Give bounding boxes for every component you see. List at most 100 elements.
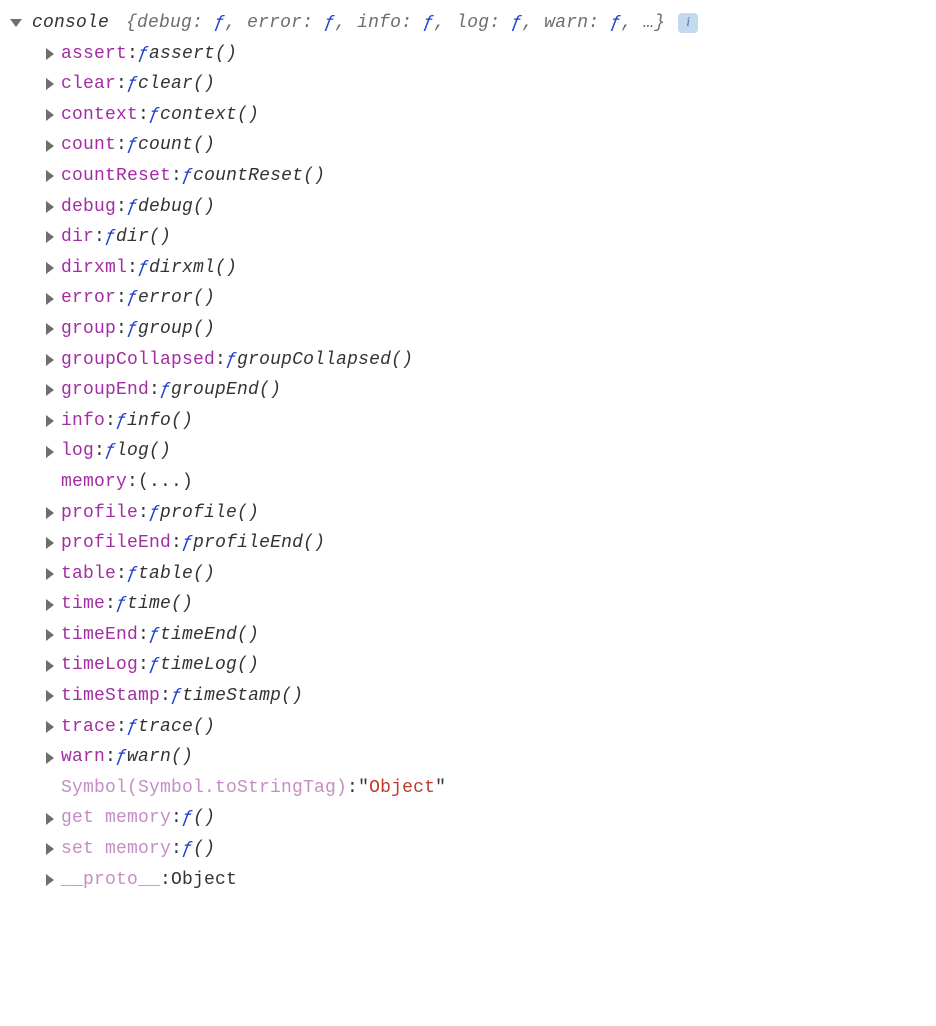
function-glyph: ƒ bbox=[149, 650, 160, 681]
function-name: error() bbox=[138, 283, 215, 314]
property-name: timeEnd bbox=[61, 620, 138, 651]
expand-icon[interactable] bbox=[46, 78, 54, 90]
property-name: timeStamp bbox=[61, 681, 160, 712]
expand-icon[interactable] bbox=[46, 507, 54, 519]
property-name: group bbox=[61, 314, 116, 345]
expand-icon[interactable] bbox=[46, 262, 54, 274]
property-row[interactable]: info: ƒ info() bbox=[10, 406, 926, 437]
property-row[interactable]: memory: (...) bbox=[10, 467, 926, 498]
property-name: __proto__ bbox=[61, 865, 160, 896]
property-row[interactable]: timeEnd: ƒ timeEnd() bbox=[10, 620, 926, 651]
property-row[interactable]: profileEnd: ƒ profileEnd() bbox=[10, 528, 926, 559]
expand-icon[interactable] bbox=[46, 231, 54, 243]
expand-icon[interactable] bbox=[46, 170, 54, 182]
property-row[interactable]: groupEnd: ƒ groupEnd() bbox=[10, 375, 926, 406]
property-row[interactable]: countReset: ƒ countReset() bbox=[10, 161, 926, 192]
expand-icon[interactable] bbox=[46, 293, 54, 305]
function-glyph: ƒ bbox=[149, 620, 160, 651]
property-row[interactable]: timeStamp: ƒ timeStamp() bbox=[10, 681, 926, 712]
property-row[interactable]: table: ƒ table() bbox=[10, 559, 926, 590]
function-name: count() bbox=[138, 130, 215, 161]
expand-icon[interactable] bbox=[46, 446, 54, 458]
property-row[interactable]: warn: ƒ warn() bbox=[10, 742, 926, 773]
collapse-icon[interactable] bbox=[10, 19, 22, 27]
info-icon[interactable]: i bbox=[678, 13, 698, 33]
function-name: assert() bbox=[149, 39, 237, 70]
property-value-type: Object bbox=[171, 865, 237, 896]
function-glyph: ƒ bbox=[127, 314, 138, 345]
property-row[interactable]: profile: ƒ profile() bbox=[10, 498, 926, 529]
property-row[interactable]: log: ƒ log() bbox=[10, 436, 926, 467]
property-name: assert bbox=[61, 39, 127, 70]
expand-icon[interactable] bbox=[46, 629, 54, 641]
property-row[interactable]: set memory: ƒ () bbox=[10, 834, 926, 865]
property-name: groupEnd bbox=[61, 375, 149, 406]
expand-icon[interactable] bbox=[46, 874, 54, 886]
expand-icon[interactable] bbox=[46, 201, 54, 213]
property-row[interactable]: __proto__: Object bbox=[10, 865, 926, 896]
expand-icon[interactable] bbox=[46, 384, 54, 396]
function-name: groupCollapsed() bbox=[237, 345, 413, 376]
property-row[interactable]: timeLog: ƒ timeLog() bbox=[10, 650, 926, 681]
function-glyph: ƒ bbox=[182, 834, 193, 865]
object-name: console bbox=[32, 8, 109, 39]
function-glyph: ƒ bbox=[182, 528, 193, 559]
property-name: profileEnd bbox=[61, 528, 171, 559]
property-value[interactable]: (...) bbox=[138, 467, 193, 498]
object-header[interactable]: console {debug: ƒ, error: ƒ, info: ƒ, lo… bbox=[10, 8, 926, 39]
property-row[interactable]: context: ƒ context() bbox=[10, 100, 926, 131]
property-row[interactable]: groupCollapsed: ƒ groupCollapsed() bbox=[10, 345, 926, 376]
expand-icon[interactable] bbox=[46, 660, 54, 672]
function-glyph: ƒ bbox=[127, 192, 138, 223]
property-name: table bbox=[61, 559, 116, 590]
property-row[interactable]: Symbol(Symbol.toStringTag): "Object" bbox=[10, 773, 926, 804]
expand-icon[interactable] bbox=[46, 568, 54, 580]
property-name: dirxml bbox=[61, 253, 127, 284]
function-glyph: ƒ bbox=[127, 130, 138, 161]
property-row[interactable]: time: ƒ time() bbox=[10, 589, 926, 620]
expand-icon[interactable] bbox=[46, 323, 54, 335]
expand-icon[interactable] bbox=[46, 843, 54, 855]
property-name: warn bbox=[61, 742, 105, 773]
property-row[interactable]: error: ƒ error() bbox=[10, 283, 926, 314]
property-row[interactable]: count: ƒ count() bbox=[10, 130, 926, 161]
function-name: dirxml() bbox=[149, 253, 237, 284]
object-preview: {debug: ƒ, error: ƒ, info: ƒ, log: ƒ, wa… bbox=[126, 8, 665, 39]
expand-icon[interactable] bbox=[46, 48, 54, 60]
function-name: () bbox=[193, 803, 215, 834]
expand-icon[interactable] bbox=[46, 537, 54, 549]
property-name: error bbox=[61, 283, 116, 314]
property-name: profile bbox=[61, 498, 138, 529]
expand-icon[interactable] bbox=[46, 415, 54, 427]
function-glyph: ƒ bbox=[182, 803, 193, 834]
property-row[interactable]: clear: ƒ clear() bbox=[10, 69, 926, 100]
expand-icon[interactable] bbox=[46, 721, 54, 733]
property-name: timeLog bbox=[61, 650, 138, 681]
expand-icon[interactable] bbox=[46, 599, 54, 611]
property-row[interactable]: group: ƒ group() bbox=[10, 314, 926, 345]
function-name: groupEnd() bbox=[171, 375, 281, 406]
function-glyph: ƒ bbox=[160, 375, 171, 406]
property-row[interactable]: assert: ƒ assert() bbox=[10, 39, 926, 70]
function-name: clear() bbox=[138, 69, 215, 100]
expand-icon[interactable] bbox=[46, 813, 54, 825]
expand-icon[interactable] bbox=[46, 140, 54, 152]
expand-icon[interactable] bbox=[46, 354, 54, 366]
function-name: profile() bbox=[160, 498, 259, 529]
expand-icon[interactable] bbox=[46, 690, 54, 702]
expand-icon[interactable] bbox=[46, 752, 54, 764]
function-glyph: ƒ bbox=[116, 742, 127, 773]
function-name: context() bbox=[160, 100, 259, 131]
property-row[interactable]: get memory: ƒ () bbox=[10, 803, 926, 834]
function-glyph: ƒ bbox=[138, 253, 149, 284]
property-name: memory bbox=[61, 467, 127, 498]
expand-icon[interactable] bbox=[46, 109, 54, 121]
function-name: time() bbox=[127, 589, 193, 620]
property-row[interactable]: dir: ƒ dir() bbox=[10, 222, 926, 253]
property-row[interactable]: dirxml: ƒ dirxml() bbox=[10, 253, 926, 284]
property-name: dir bbox=[61, 222, 94, 253]
property-row[interactable]: debug: ƒ debug() bbox=[10, 192, 926, 223]
property-row[interactable]: trace: ƒ trace() bbox=[10, 712, 926, 743]
function-name: timeLog() bbox=[160, 650, 259, 681]
function-glyph: ƒ bbox=[127, 283, 138, 314]
